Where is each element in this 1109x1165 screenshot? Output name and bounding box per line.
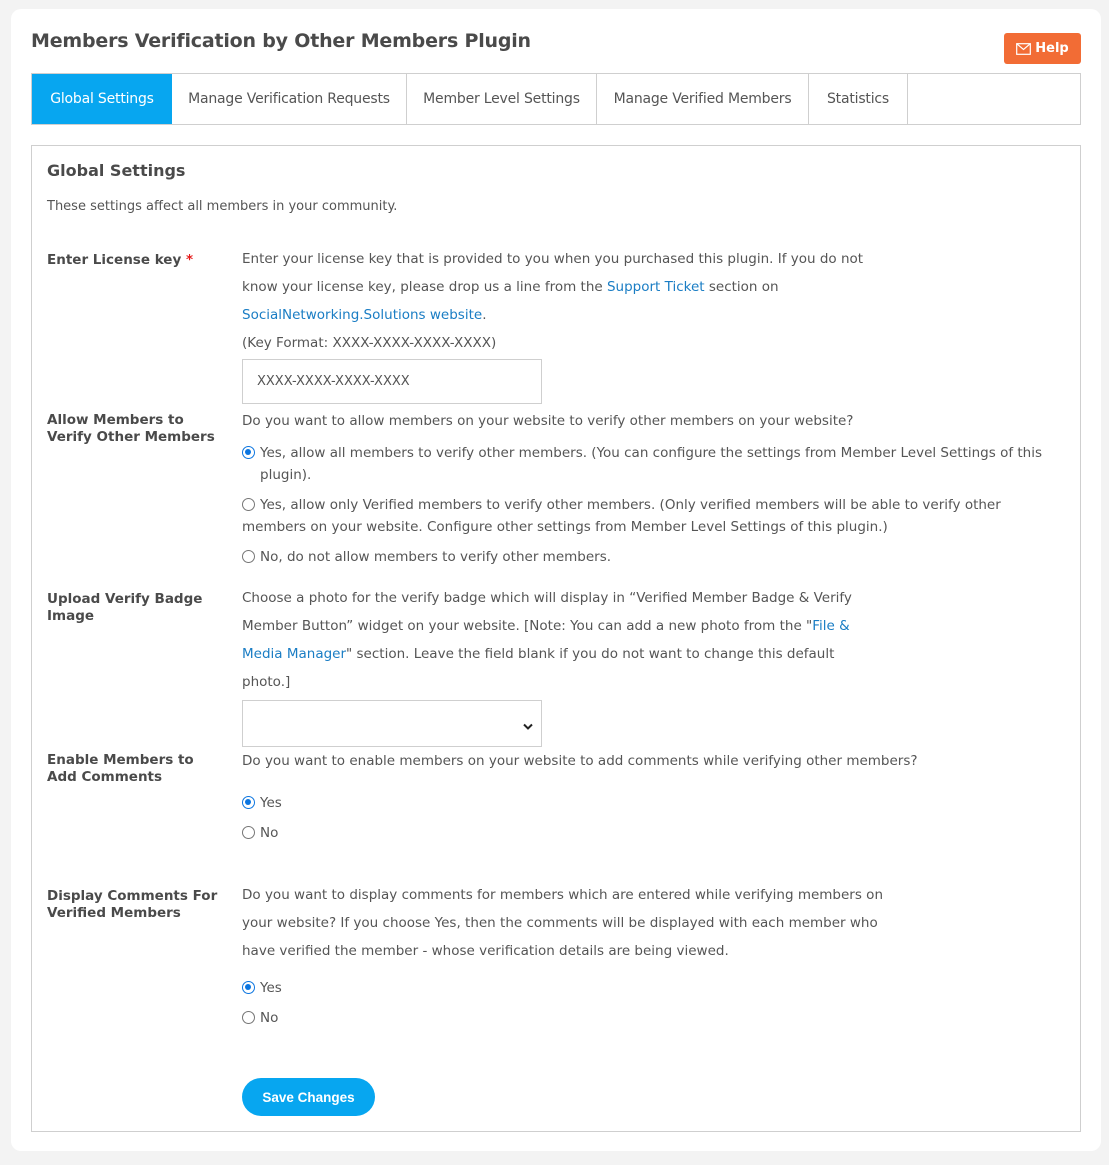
socialnetworking-solutions-link[interactable]: SocialNetworking.Solutions website — [242, 307, 482, 323]
page-title: Members Verification by Other Members Pl… — [31, 30, 531, 52]
allow-verify-question: Do you want to allow members on your web… — [242, 413, 854, 429]
radio-button[interactable] — [242, 446, 255, 459]
panel-description: These settings affect all members in you… — [47, 199, 398, 214]
tab-manage-verified-members[interactable]: Manage Verified Members — [597, 74, 809, 124]
display-comments-question: Do you want to display comments for memb… — [242, 887, 883, 959]
envelope-icon — [1016, 42, 1032, 55]
radio-button[interactable] — [242, 796, 255, 809]
display-comments-no[interactable]: No — [242, 1007, 892, 1029]
radio-button[interactable] — [242, 498, 255, 511]
chevron-down-icon — [523, 718, 533, 734]
support-ticket-link[interactable]: Support Ticket — [607, 279, 705, 295]
help-button[interactable]: Help — [1004, 33, 1081, 64]
save-changes-button[interactable]: Save Changes — [242, 1078, 375, 1116]
display-comments-label: Display Comments For Verified Members — [47, 888, 218, 921]
tab-global-settings[interactable]: Global Settings — [32, 74, 172, 124]
display-comments-yes[interactable]: Yes — [242, 977, 892, 999]
enable-comments-question: Do you want to enable members on your we… — [242, 753, 918, 769]
allow-verify-option-none[interactable]: No, do not allow members to verify other… — [242, 546, 1062, 568]
radio-button[interactable] — [242, 981, 255, 994]
allow-verify-option-verified-only[interactable]: Yes, allow only Verified members to veri… — [242, 494, 1062, 538]
license-key-input[interactable] — [242, 359, 542, 404]
radio-button[interactable] — [242, 826, 255, 839]
required-marker: * — [185, 252, 194, 268]
enable-comments-label: Enable Members to Add Comments — [47, 752, 194, 785]
key-format-hint: (Key Format: XXXX-XXXX-XXXX-XXXX) — [242, 335, 497, 351]
enable-comments-yes[interactable]: Yes — [242, 792, 1062, 814]
badge-image-select[interactable] — [242, 700, 542, 747]
tab-manage-verification-requests[interactable]: Manage Verification Requests — [172, 74, 407, 124]
panel-title: Global Settings — [47, 161, 186, 180]
license-key-label: Enter License key * — [47, 252, 194, 268]
badge-image-label: Upload Verify Badge Image — [47, 591, 203, 624]
allow-verify-label: Allow Members to Verify Other Members — [47, 412, 215, 445]
tab-statistics[interactable]: Statistics — [809, 74, 908, 124]
allow-verify-option-all[interactable]: Yes, allow all members to verify other m… — [242, 442, 1062, 486]
enable-comments-no[interactable]: No — [242, 822, 1062, 844]
settings-panel: Global Settings These settings affect al… — [31, 145, 1081, 1132]
license-key-description: Enter your license key that is provided … — [242, 251, 864, 323]
radio-button[interactable] — [242, 1011, 255, 1024]
radio-button[interactable] — [242, 550, 255, 563]
help-label: Help — [1035, 41, 1069, 56]
tab-bar: Global Settings Manage Verification Requ… — [31, 73, 1081, 125]
tab-member-level-settings[interactable]: Member Level Settings — [407, 74, 597, 124]
badge-image-description: Choose a photo for the verify badge whic… — [242, 590, 852, 690]
plugin-settings-page: Members Verification by Other Members Pl… — [11, 9, 1101, 1151]
